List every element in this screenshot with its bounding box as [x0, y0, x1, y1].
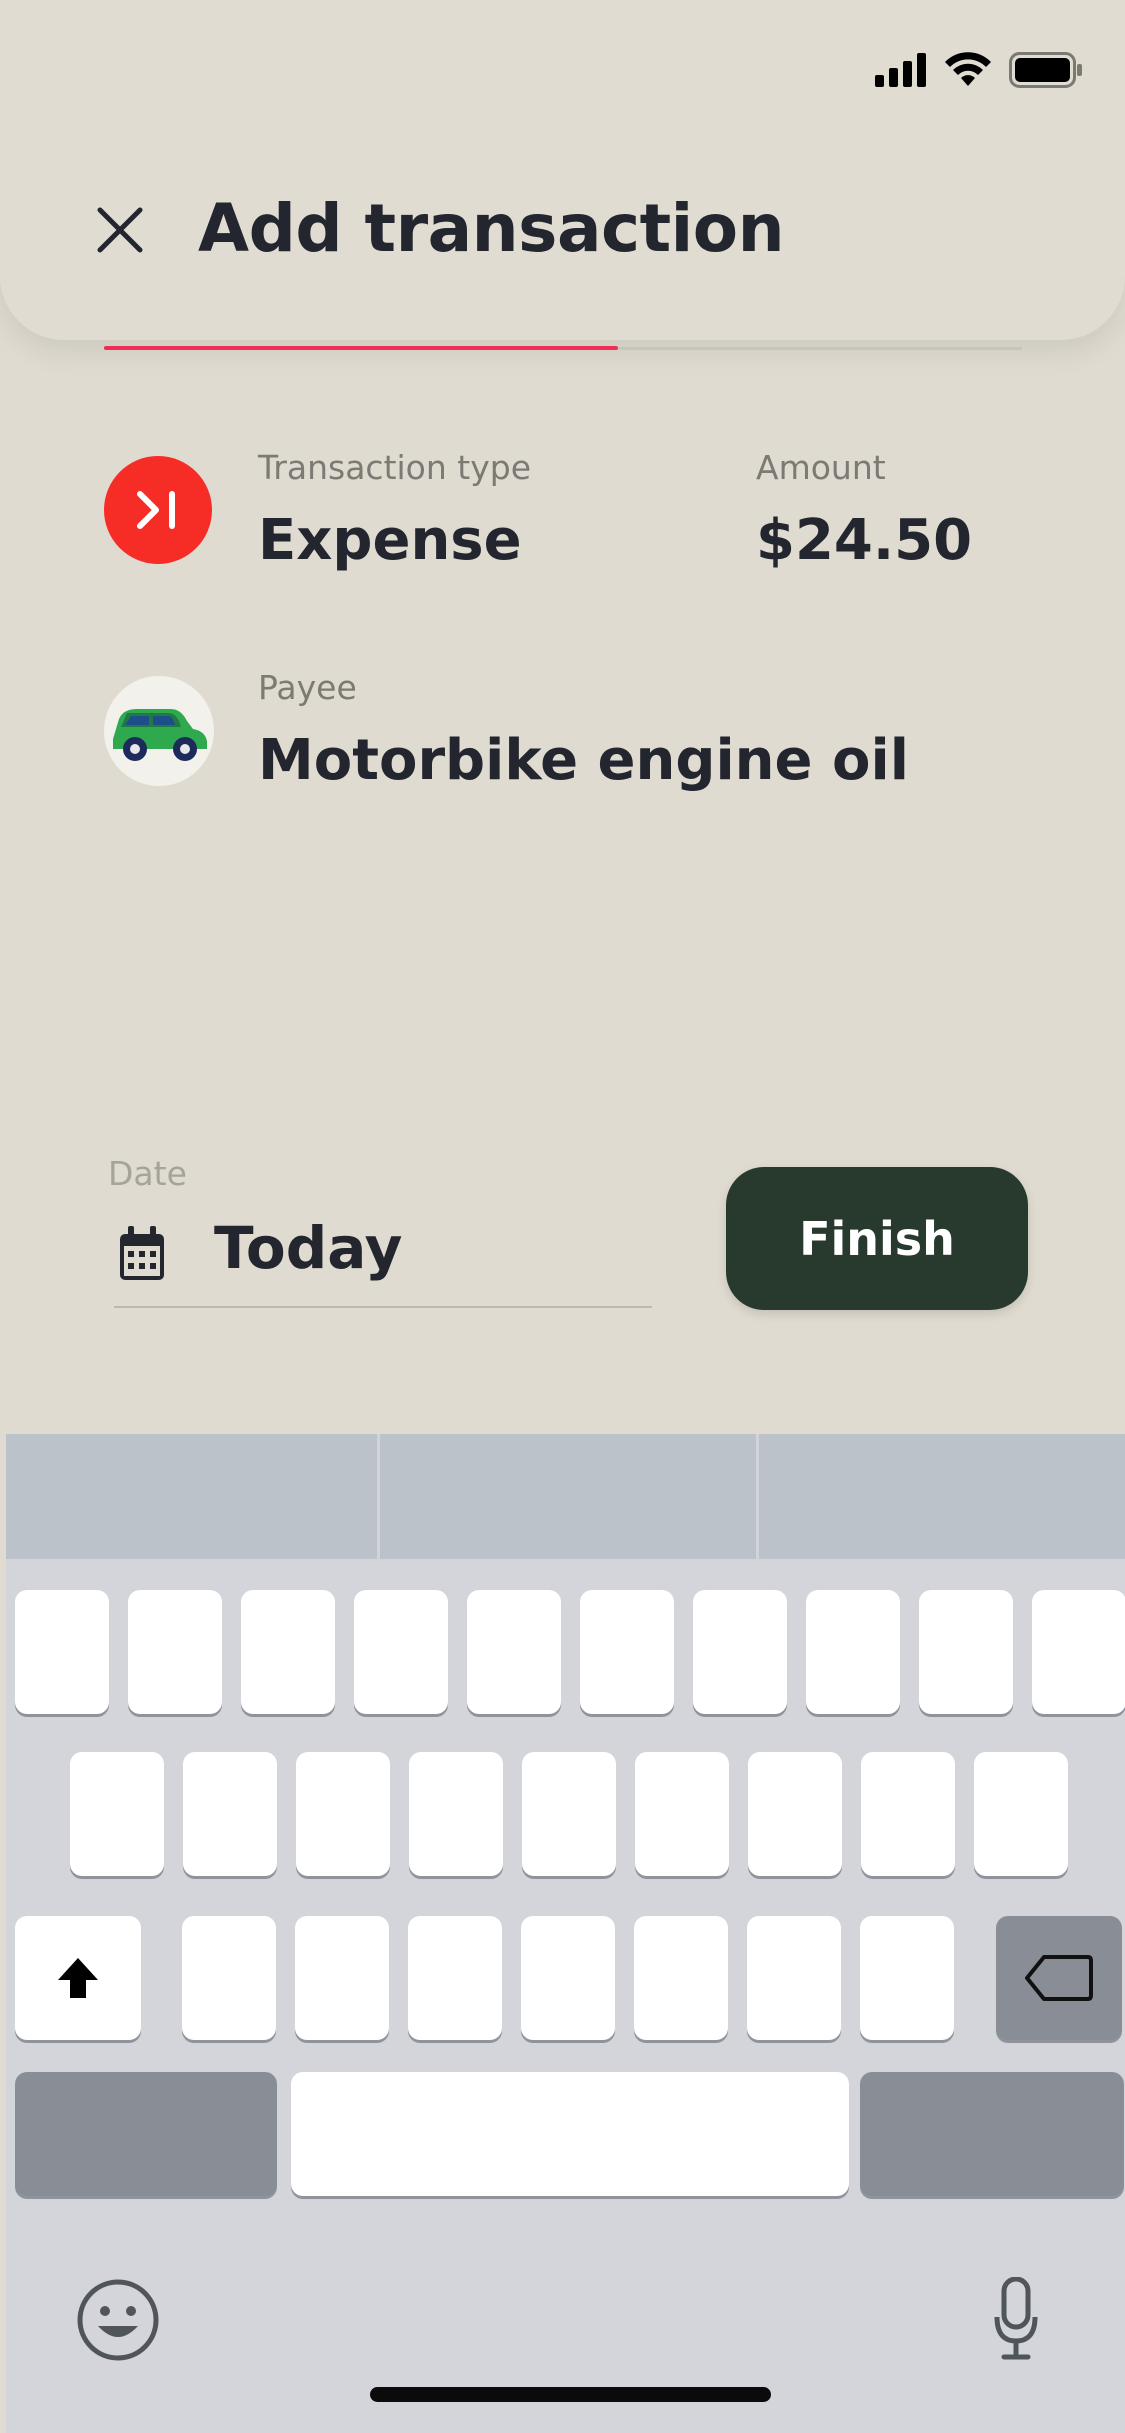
date-label: Date	[108, 1154, 187, 1193]
suggestion-bar	[6, 1434, 1125, 1559]
payee-label: Payee	[258, 668, 357, 707]
close-icon	[97, 207, 143, 253]
battery-icon	[1009, 52, 1082, 88]
suggestion-divider	[756, 1434, 759, 1559]
microphone-icon[interactable]	[994, 2277, 1038, 2361]
emoji-icon[interactable]	[76, 2278, 160, 2362]
letter-key[interactable]	[296, 1752, 390, 1876]
keyboard	[6, 1434, 1125, 2433]
letter-key[interactable]	[580, 1590, 674, 1714]
calendar-icon[interactable]	[118, 1226, 166, 1282]
delete-key[interactable]	[996, 1916, 1122, 2040]
letter-key[interactable]	[15, 1590, 109, 1714]
close-button[interactable]	[92, 202, 148, 258]
letter-key[interactable]	[634, 1916, 728, 2040]
finish-button[interactable]: Finish	[726, 1167, 1028, 1310]
date-value[interactable]: Today	[214, 1214, 402, 1282]
car-icon	[113, 709, 207, 761]
letter-key[interactable]	[860, 1916, 954, 2040]
backspace-icon	[1025, 1955, 1093, 2001]
letter-key[interactable]	[295, 1916, 389, 2040]
amount-value[interactable]: $24.50	[756, 508, 972, 573]
letter-key[interactable]	[128, 1590, 222, 1714]
page-title: Add transaction	[198, 190, 785, 267]
signal-icon	[875, 53, 926, 87]
letter-key[interactable]	[1032, 1590, 1125, 1714]
shift-icon	[58, 1958, 98, 1998]
letter-key[interactable]	[635, 1752, 729, 1876]
letter-key[interactable]	[522, 1752, 616, 1876]
transaction-type-value[interactable]: Expense	[258, 508, 522, 573]
letter-key[interactable]	[183, 1752, 277, 1876]
space-key[interactable]	[291, 2072, 849, 2196]
status-bar	[875, 48, 1083, 92]
payee-avatar[interactable]	[104, 676, 214, 786]
shift-key[interactable]	[15, 1916, 141, 2040]
letter-key[interactable]	[861, 1752, 955, 1876]
home-indicator	[370, 2387, 771, 2402]
letter-key[interactable]	[408, 1916, 502, 2040]
payee-value[interactable]: Motorbike engine oil	[258, 728, 909, 793]
return-key[interactable]	[860, 2072, 1124, 2196]
progress-fill	[104, 346, 618, 350]
letter-key[interactable]	[748, 1752, 842, 1876]
letter-key[interactable]	[521, 1916, 615, 2040]
expense-arrow-icon	[137, 491, 175, 529]
transaction-type-label: Transaction type	[258, 448, 531, 487]
wifi-icon	[945, 52, 991, 86]
letter-key[interactable]	[354, 1590, 448, 1714]
letter-key[interactable]	[409, 1752, 503, 1876]
letter-key[interactable]	[974, 1752, 1068, 1876]
numbers-key[interactable]	[15, 2072, 277, 2196]
letter-key[interactable]	[70, 1752, 164, 1876]
suggestion-divider	[377, 1434, 380, 1559]
letter-key[interactable]	[467, 1590, 561, 1714]
letter-key[interactable]	[182, 1916, 276, 2040]
letter-key[interactable]	[241, 1590, 335, 1714]
amount-label: Amount	[756, 448, 886, 487]
letter-key[interactable]	[693, 1590, 787, 1714]
letter-key[interactable]	[747, 1916, 841, 2040]
letter-key[interactable]	[919, 1590, 1013, 1714]
transaction-type-button[interactable]	[104, 456, 212, 564]
letter-key[interactable]	[806, 1590, 900, 1714]
date-underline	[114, 1306, 652, 1308]
